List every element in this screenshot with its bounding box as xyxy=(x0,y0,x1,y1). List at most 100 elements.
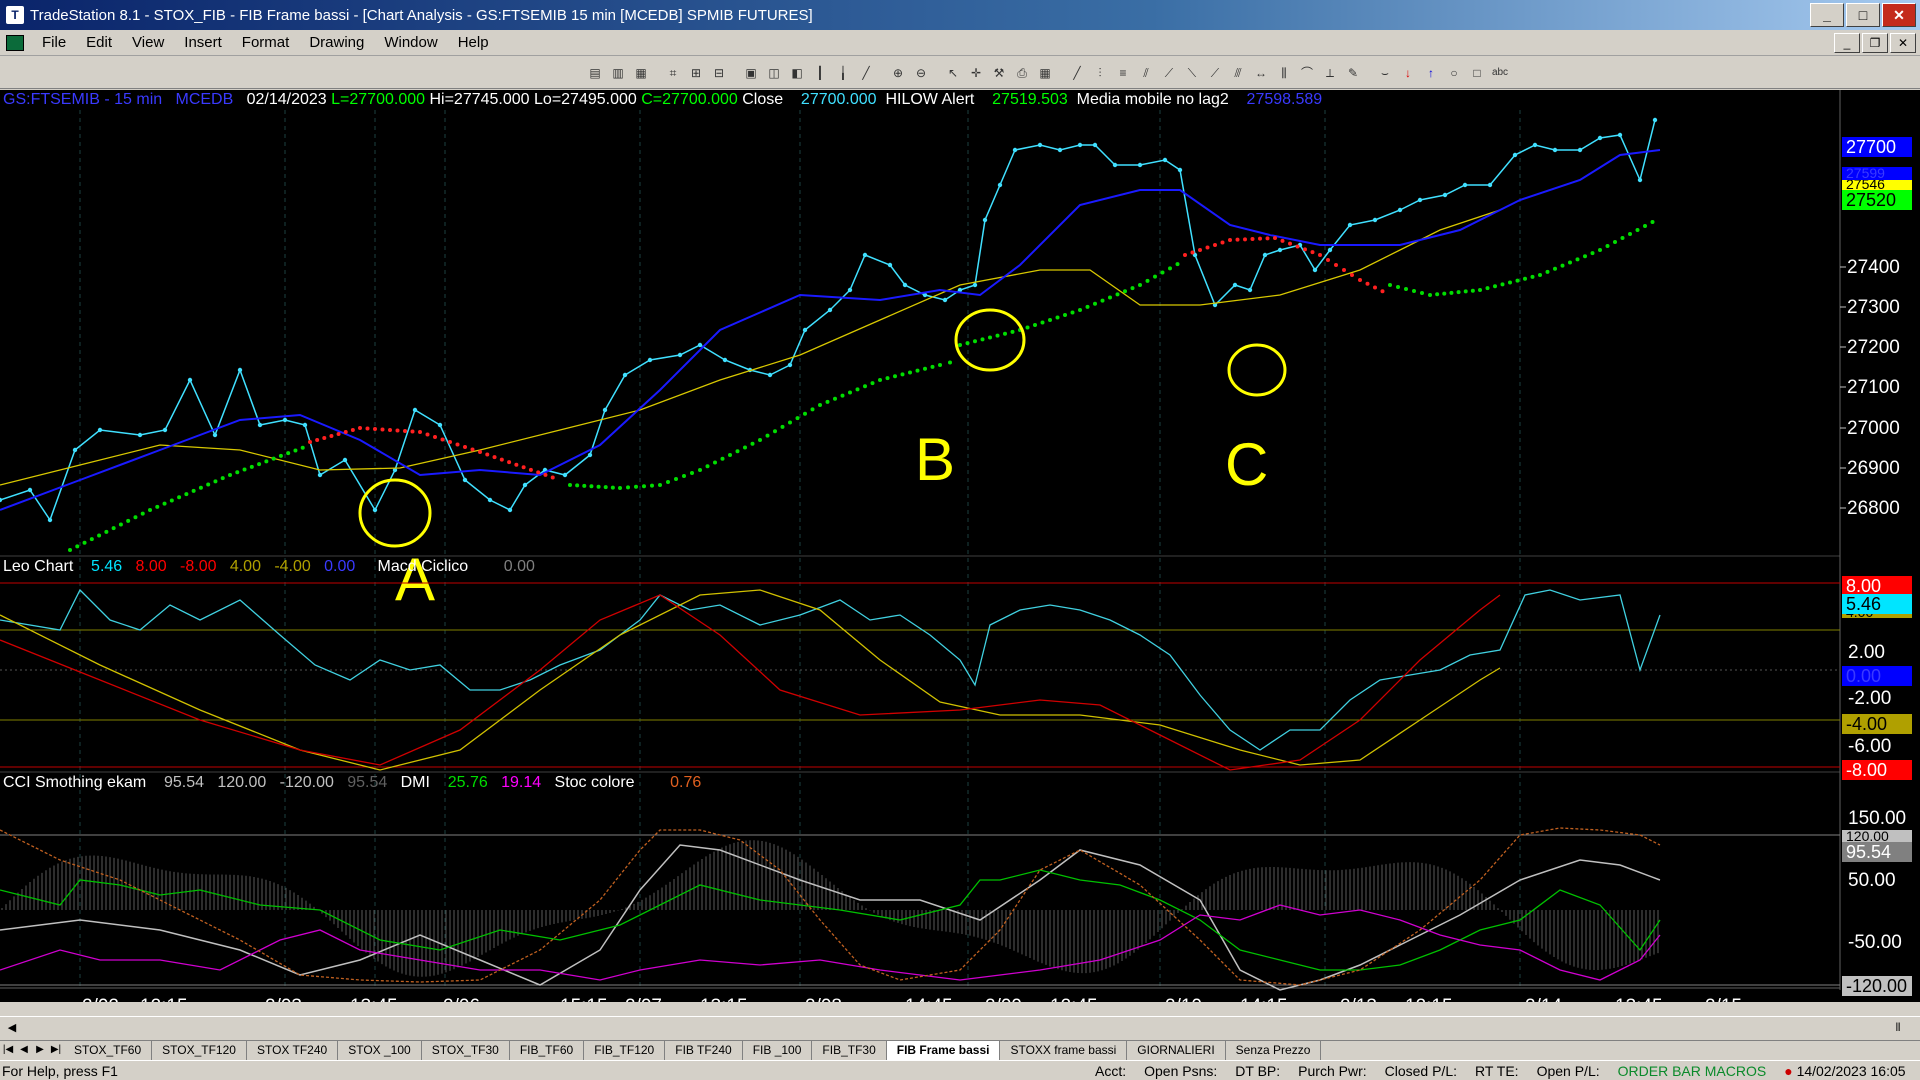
hilow-resistance-dot xyxy=(1310,250,1315,255)
minimize-button[interactable]: _ xyxy=(1810,3,1844,27)
zoom-out-icon[interactable]: ⊖ xyxy=(911,63,931,83)
cycle-icon[interactable]: ⫼ xyxy=(1274,63,1294,83)
crosshair-icon[interactable]: ✛ xyxy=(966,63,986,83)
tab-stox-tf60[interactable]: STOX_TF60 xyxy=(64,1041,153,1060)
fib-icon[interactable]: ⫶ xyxy=(1090,63,1110,83)
channel-icon[interactable]: ⫽ xyxy=(1136,63,1156,83)
tab-fib-tf120[interactable]: FIB_TF120 xyxy=(584,1041,666,1060)
text-icon[interactable]: abc xyxy=(1490,63,1510,83)
chart-document-icon[interactable] xyxy=(6,34,24,51)
menu-view[interactable]: View xyxy=(122,34,174,51)
time-axis-label: 12:15 xyxy=(1405,996,1453,1002)
scroll-grip-icon[interactable]: ⦀ xyxy=(1890,1020,1906,1036)
tab-stox-100[interactable]: STOX _100 xyxy=(338,1041,422,1060)
menu-window[interactable]: Window xyxy=(374,34,447,51)
arc-icon[interactable]: ⌒ xyxy=(1297,63,1317,83)
menu-insert[interactable]: Insert xyxy=(174,34,232,51)
radar-icon[interactable]: ▥ xyxy=(608,63,628,83)
chart-horizontal-scrollbar[interactable]: ◀ ⦀ xyxy=(0,1016,1920,1038)
gann-icon[interactable]: ⟋ xyxy=(1159,63,1179,83)
doc-close-button[interactable]: ✕ xyxy=(1890,33,1916,53)
matrix-icon[interactable]: ▦ xyxy=(631,63,651,83)
ellipse-icon[interactable]: ○ xyxy=(1444,63,1464,83)
strategy-icon[interactable]: ◧ xyxy=(787,63,807,83)
time-zone-icon[interactable]: ↔ xyxy=(1251,63,1271,83)
new-chart-icon[interactable]: ▤ xyxy=(585,63,605,83)
speed-line-icon[interactable]: ⟍ xyxy=(1182,63,1202,83)
status-dt-bp: DT BP: xyxy=(1235,1062,1281,1079)
tab-fib-tf60[interactable]: FIB_TF60 xyxy=(510,1041,585,1060)
chart-canvas[interactable]: 27400 27300 27200 27100 27000 26900 26800 2.00 -… xyxy=(0,90,1920,1002)
line-icon[interactable]: ╱ xyxy=(856,63,876,83)
menu-help[interactable]: Help xyxy=(448,34,499,51)
portfolio-icon[interactable]: ⊟ xyxy=(709,63,729,83)
pencil-icon[interactable]: ✎ xyxy=(1343,63,1363,83)
hilow-resistance-dot xyxy=(425,432,430,437)
tab-stox-tf30[interactable]: STOX_TF30 xyxy=(422,1041,510,1060)
candle-icon[interactable]: ╽ xyxy=(833,63,853,83)
doc-minimize-button[interactable]: _ xyxy=(1834,33,1860,53)
tab-fib-tf240[interactable]: FIB TF240 xyxy=(665,1041,743,1060)
arrow-down-icon[interactable]: ↓ xyxy=(1398,63,1418,83)
price-point xyxy=(1512,152,1518,158)
grid-icon[interactable]: ▦ xyxy=(1035,63,1055,83)
hilow-support-dot xyxy=(720,456,725,461)
tab-fib-tf30[interactable]: FIB_TF30 xyxy=(812,1041,887,1060)
andrews-icon[interactable]: ⫻ xyxy=(1228,63,1248,83)
hilow-value: 27519.503 xyxy=(992,91,1068,108)
scroll-left-icon[interactable]: ◀ xyxy=(4,1020,20,1036)
tab-stoxx-frame-bassi[interactable]: STOXX frame bassi xyxy=(1000,1041,1128,1060)
options-icon[interactable]: ⊞ xyxy=(686,63,706,83)
tab-fib-frame-bassi[interactable]: FIB Frame bassi xyxy=(886,1041,1001,1060)
window-controls: _ □ ✕ xyxy=(1810,3,1916,27)
tab-fib-100[interactable]: FIB _100 xyxy=(743,1041,813,1060)
maximize-button[interactable]: □ xyxy=(1846,3,1880,27)
hilow-support-dot xyxy=(1085,304,1090,309)
order-bar-macros[interactable]: ORDER BAR MACROS xyxy=(1618,1063,1767,1079)
fan-icon[interactable]: ⟂ xyxy=(1320,63,1340,83)
tab-senza-prezzo[interactable]: Senza Prezzo xyxy=(1226,1041,1322,1060)
tools-icon[interactable]: ⚒ xyxy=(989,63,1009,83)
hilow-support-dot xyxy=(596,484,601,489)
rectangle-icon[interactable]: □ xyxy=(1467,63,1487,83)
hilow-support-dot xyxy=(286,451,291,456)
hilow-support-dot xyxy=(575,483,580,488)
scanner-icon[interactable]: ⌗ xyxy=(663,63,683,83)
tab-next-icon[interactable]: ▶ xyxy=(32,1041,48,1060)
tab-first-icon[interactable]: |◀ xyxy=(0,1041,16,1060)
print-icon[interactable]: ⎙ xyxy=(1012,63,1032,83)
bar-icon[interactable]: ┃ xyxy=(810,63,830,83)
indicator-icon[interactable]: ◫ xyxy=(764,63,784,83)
leo-tick-label: 2.00 xyxy=(1848,642,1885,663)
chart-analysis[interactable]: 27400 27300 27200 27100 27000 26900 26800 2.00 -… xyxy=(0,90,1920,1002)
price-point xyxy=(1652,117,1658,123)
menu-format[interactable]: Format xyxy=(232,34,300,51)
tab-last-icon[interactable]: ▶| xyxy=(48,1041,64,1060)
menu-edit[interactable]: Edit xyxy=(76,34,122,51)
price-point xyxy=(1532,142,1538,148)
menu-file[interactable]: File xyxy=(32,34,76,51)
regression-icon[interactable]: ⟋ xyxy=(1205,63,1225,83)
hilow-support-dot xyxy=(626,485,630,490)
tab-prev-icon[interactable]: ◀ xyxy=(16,1041,32,1060)
format-icon[interactable]: ▣ xyxy=(741,63,761,83)
price-point xyxy=(1487,182,1493,188)
tab-stox-tf240[interactable]: STOX TF240 xyxy=(247,1041,339,1060)
pointer-icon[interactable]: ↖ xyxy=(943,63,963,83)
tab-giornalieri[interactable]: GIORNALIERI xyxy=(1127,1041,1226,1060)
tab-stox-tf120[interactable]: STOX_TF120 xyxy=(152,1041,247,1060)
price-point xyxy=(162,427,168,433)
trendline-icon[interactable]: ╱ xyxy=(1067,63,1087,83)
arrow-up-icon[interactable]: ↑ xyxy=(1421,63,1441,83)
hilow-resistance-dot xyxy=(1303,247,1307,252)
doc-restore-button[interactable]: ❐ xyxy=(1862,33,1888,53)
curve-icon[interactable]: ⌣ xyxy=(1375,63,1395,83)
hilow-support-dot xyxy=(948,360,952,365)
close-button[interactable]: ✕ xyxy=(1882,3,1916,27)
stoc-label: Stoc colore xyxy=(554,774,635,791)
hilow-support-dot xyxy=(833,396,837,401)
menu-drawing[interactable]: Drawing xyxy=(299,34,374,51)
zoom-in-icon[interactable]: ⊕ xyxy=(888,63,908,83)
horizontal-line-icon[interactable]: ≡ xyxy=(1113,63,1133,83)
price-panel-header: GS:FTSEMIB - 15 min MCEDB 02/14/2023 L=2… xyxy=(3,91,1322,109)
